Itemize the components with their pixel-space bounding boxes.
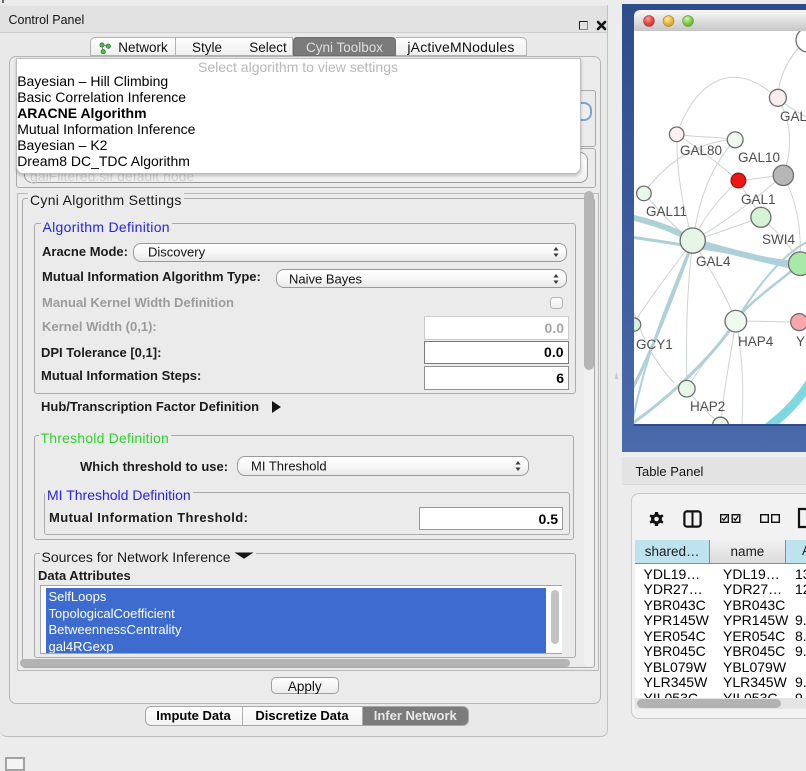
svg-text:GAL4: GAL4 — [696, 254, 731, 269]
svg-text:GAL: GAL — [780, 109, 806, 124]
svg-text:Y: Y — [796, 334, 805, 349]
svg-text:HAP2: HAP2 — [690, 399, 725, 414]
svg-text:GCY1: GCY1 — [636, 337, 673, 352]
svg-text:HAP4: HAP4 — [738, 334, 774, 349]
svg-text:SWI4: SWI4 — [762, 232, 795, 247]
svg-text:GAL1: GAL1 — [741, 192, 776, 207]
svg-text:GAL80: GAL80 — [680, 143, 722, 158]
svg-text:GAL11: GAL11 — [646, 204, 687, 219]
svg-text:GAL10: GAL10 — [738, 150, 780, 165]
